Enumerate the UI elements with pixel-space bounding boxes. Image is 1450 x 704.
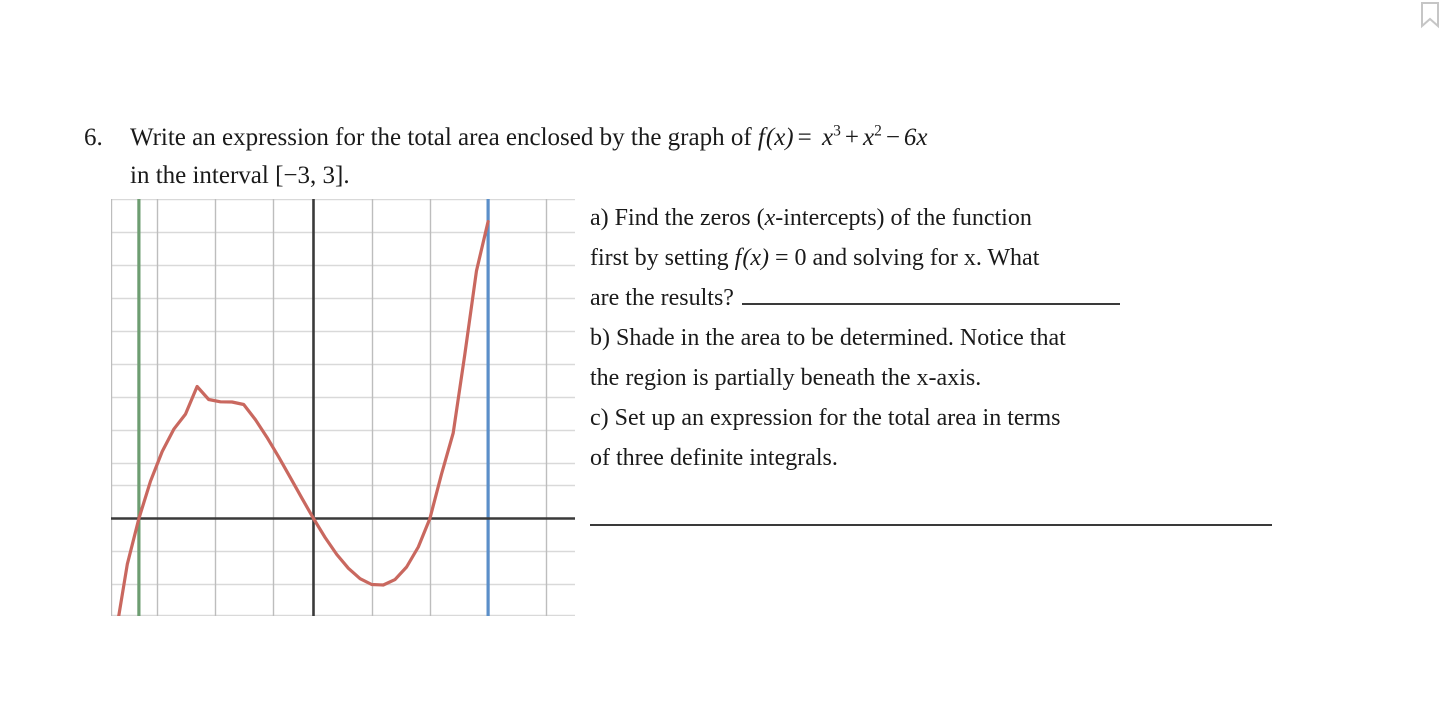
part-a-line-2: first by setting f(x) = 0 and solving fo… xyxy=(590,238,1290,278)
part-a-line2-tail: and solving for x. What xyxy=(806,245,1040,271)
part-a-line2-lead: first by setting xyxy=(590,245,735,271)
function-curve xyxy=(117,219,490,616)
problem-number: 6. xyxy=(84,124,103,151)
part-b-line-1: b) Shade in the area to be determined. N… xyxy=(590,325,1066,351)
vertical-gridlines xyxy=(111,199,548,616)
part-a-line-1: a) Find the zeros (x-intercepts) of the … xyxy=(590,198,1290,238)
problem-text-lead: Write an expression for the total area e… xyxy=(130,124,758,151)
minus-sign: − xyxy=(885,124,900,151)
function-name: f xyxy=(757,124,765,151)
bookmark-icon[interactable] xyxy=(1415,2,1445,32)
problem-line-1: 6. Write an expression for the total are… xyxy=(84,118,1314,158)
part-a-tail: -intercepts) of the function xyxy=(775,205,1032,231)
problem-parts: a) Find the zeros (x-intercepts) of the … xyxy=(590,198,1290,478)
worksheet-page: 6. Write an expression for the total are… xyxy=(0,0,1450,704)
part-a-equation-rhs: = 0 xyxy=(768,245,807,271)
term1-base: x xyxy=(821,124,834,151)
term1-exponent: 3 xyxy=(833,122,841,140)
part-b-line-2: the region is partially beneath the x-ax… xyxy=(590,365,982,391)
part-c-line-2: of three definite integrals. xyxy=(590,445,838,471)
horizontal-gridlines xyxy=(111,199,575,616)
term3: 6x xyxy=(903,124,928,151)
part-a-question: are the results? xyxy=(590,285,734,311)
part-a-line-3: are the results? xyxy=(590,278,1290,318)
function-graph xyxy=(111,199,575,616)
answer-blank-long[interactable] xyxy=(590,524,1272,526)
part-a-function-argument: (x) xyxy=(742,245,769,271)
problem-statement: 6. Write an expression for the total are… xyxy=(84,118,1314,196)
function-argument: (x) xyxy=(765,124,794,151)
plus-sign: + xyxy=(844,124,859,151)
term2-exponent: 2 xyxy=(874,122,882,140)
part-c-line-1: c) Set up an expression for the total ar… xyxy=(590,405,1061,431)
answer-blank-a[interactable] xyxy=(741,283,1120,305)
part-a-lead: a) Find the zeros ( xyxy=(590,205,765,231)
term2-base: x xyxy=(862,124,875,151)
problem-text: Write an expression for the total area e… xyxy=(130,118,928,158)
part-a-variable: x xyxy=(764,205,776,231)
problem-line-2: in the interval [−3, 3]. xyxy=(130,162,350,189)
equals-sign: = xyxy=(797,124,818,151)
graph-canvas xyxy=(111,199,575,616)
